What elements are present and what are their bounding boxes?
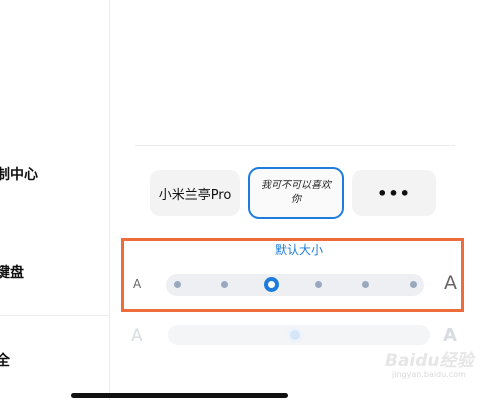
font-size-step-tick[interactable] <box>315 281 323 288</box>
default-size-label: 默认大小 <box>274 243 323 257</box>
sidebar: 制中心 键盘 全 <box>0 0 110 400</box>
sidebar-divider <box>0 315 110 316</box>
font-size-step-tick[interactable] <box>173 281 181 288</box>
font-option-mi-lanting[interactable]: 小米兰亭Pro <box>150 170 240 216</box>
sidebar-item-control-center[interactable]: 制中心 <box>0 164 38 184</box>
sidebar-item-security[interactable]: 全 <box>0 350 10 370</box>
sidebar-item-keyboard[interactable]: 键盘 <box>0 262 24 282</box>
home-indicator[interactable] <box>71 393 288 398</box>
font-size-step-tick[interactable] <box>362 281 370 288</box>
large-text-glyph: A <box>444 272 457 294</box>
watermark-url: jingyan.baidu.com <box>392 370 466 379</box>
font-weight-slider[interactable] <box>168 325 430 345</box>
section-divider <box>135 145 455 146</box>
font-size-step-tick[interactable] <box>409 281 417 288</box>
font-option-handwriting-selected[interactable]: 我可不可以喜欢你 <box>248 167 344 219</box>
font-size-slider-thumb[interactable] <box>263 277 279 292</box>
font-size-step-tick[interactable] <box>220 281 228 288</box>
more-fonts-button[interactable]: ••• <box>352 170 436 216</box>
font-size-slider[interactable] <box>166 274 424 296</box>
large-weight-glyph: A <box>443 325 457 346</box>
watermark-logo: Baidu经验 <box>385 351 474 371</box>
small-text-glyph: A <box>133 277 142 291</box>
small-weight-glyph: A <box>131 326 143 346</box>
font-weight-slider-thumb[interactable] <box>287 327 303 343</box>
